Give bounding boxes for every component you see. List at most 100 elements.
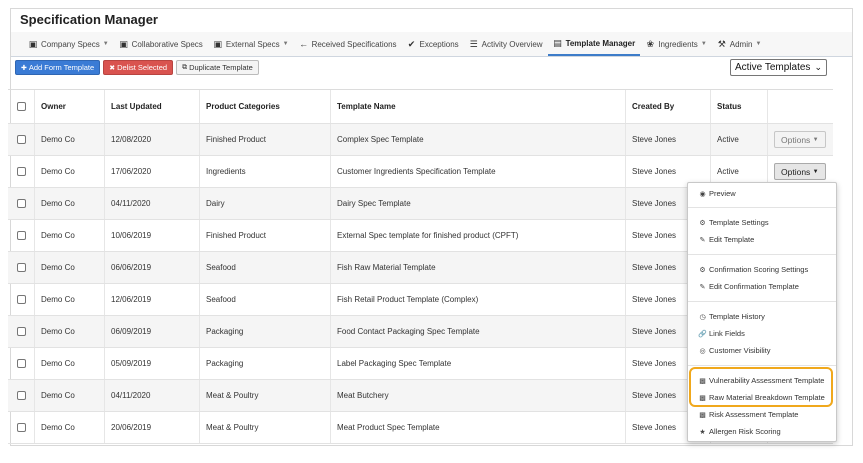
briefcase-icon: ▣ xyxy=(28,38,38,49)
eye-icon: ◉ xyxy=(699,190,706,198)
arrow-left-icon: ← xyxy=(299,39,309,49)
cell-last-updated: 17/06/2020 xyxy=(105,156,200,187)
template-filter-select[interactable]: Active Templates ⌄ xyxy=(730,59,827,76)
menu-item-confirmation-scoring-settings[interactable]: ⚙ Confirmation Scoring Settings xyxy=(698,265,808,274)
menu-item-link-fields[interactable]: 🔗 Link Fields xyxy=(698,329,745,338)
cell-template-name: Complex Spec Template xyxy=(331,124,626,155)
cell-created-by: Steve Jones xyxy=(626,124,711,155)
cell-template-name: Meat Butchery xyxy=(331,380,626,411)
edit-icon: ✎ xyxy=(699,283,706,291)
cell-last-updated: 04/11/2020 xyxy=(105,188,200,219)
row-checkbox[interactable] xyxy=(16,167,26,176)
cell-category: Finished Product xyxy=(200,220,331,251)
cell-last-updated: 10/06/2019 xyxy=(105,220,200,251)
cell-last-updated: 12/06/2019 xyxy=(105,284,200,315)
menu-item-vulnerability-assessment[interactable]: ▩ Vulnerability Assessment Template xyxy=(698,376,824,385)
edit-square-icon: ▩ xyxy=(699,377,706,385)
leaf-icon: ❀ xyxy=(646,38,654,49)
nav-template-manager[interactable]: ▤ Template Manager xyxy=(547,32,641,56)
cell-last-updated: 20/06/2019 xyxy=(105,412,200,443)
nav-activity-overview[interactable]: ☰ Activity Overview xyxy=(464,32,548,56)
edit-icon: ✎ xyxy=(699,236,706,244)
edit-square-icon: ▩ xyxy=(699,394,706,402)
cell-owner: Demo Co xyxy=(35,412,105,443)
edit-square-icon: ▩ xyxy=(699,411,706,419)
header-created-by[interactable]: Created By xyxy=(626,90,711,123)
row-checkbox[interactable] xyxy=(16,423,26,432)
cell-template-name: Meat Product Spec Template xyxy=(331,412,626,443)
menu-item-edit-confirmation-template[interactable]: ✎ Edit Confirmation Template xyxy=(698,282,799,291)
header-owner[interactable]: Owner xyxy=(35,90,105,123)
cell-owner: Demo Co xyxy=(35,124,105,155)
header-actions xyxy=(768,90,833,123)
caret-down-icon: ▼ xyxy=(755,41,762,47)
menu-item-edit-template[interactable]: ✎ Edit Template xyxy=(698,235,755,244)
cell-owner: Demo Co xyxy=(35,348,105,379)
menu-item-customer-visibility[interactable]: ◎ Customer Visibility xyxy=(698,346,770,355)
row-checkbox[interactable] xyxy=(16,359,26,368)
menu-item-allergen-risk-scoring[interactable]: ★ Allergen Risk Scoring xyxy=(698,427,780,436)
menu-item-template-settings[interactable]: ⚙ Template Settings xyxy=(698,218,768,227)
row-checkbox[interactable] xyxy=(16,391,26,400)
select-all-checkbox[interactable] xyxy=(16,102,26,111)
menu-item-template-history[interactable]: ◷ Template History xyxy=(698,312,764,321)
cell-template-name: Label Packaging Spec Template xyxy=(331,348,626,379)
cell-last-updated: 04/11/2020 xyxy=(105,380,200,411)
check-circle-icon: ✔ xyxy=(407,38,416,49)
options-button[interactable]: Options ▼ xyxy=(774,131,826,148)
cell-category: Packaging xyxy=(200,316,331,347)
row-checkbox[interactable] xyxy=(16,199,26,208)
cell-category: Meat & Poultry xyxy=(200,380,331,411)
header-status[interactable]: Status xyxy=(711,90,768,123)
cell-last-updated: 06/06/2019 xyxy=(105,252,200,283)
gear-icon: ⚙ xyxy=(699,219,706,227)
menu-divider xyxy=(688,365,836,366)
menu-divider xyxy=(688,207,836,208)
briefcase-icon: ▣ xyxy=(119,38,128,49)
nav-ingredients[interactable]: ❀ Ingredients ▼ xyxy=(640,32,712,56)
header-product-categories[interactable]: Product Categories xyxy=(200,90,331,123)
menu-item-risk-assessment[interactable]: ▩ Risk Assessment Template xyxy=(698,410,798,419)
caret-down-icon: ▼ xyxy=(102,41,109,47)
cell-category: Ingredients xyxy=(200,156,331,187)
row-checkbox[interactable] xyxy=(16,231,26,240)
cell-template-name: External Spec template for finished prod… xyxy=(331,220,626,251)
nav-collaborative-specs[interactable]: ▣ Collaborative Specs xyxy=(114,32,208,56)
nav-received-specifications[interactable]: ← Received Specifications xyxy=(294,32,402,56)
main-nav: ▣ Company Specs ▼ ▣ Collaborative Specs ▣… xyxy=(11,32,852,57)
toolbar: ✚ Add Form Template ✖ Delist Selected ⧉ Dup… xyxy=(15,60,259,75)
menu-item-raw-material-breakdown[interactable]: ▩ Raw Material Breakdown Template xyxy=(698,393,825,402)
cell-owner: Demo Co xyxy=(35,316,105,347)
cell-last-updated: 12/08/2020 xyxy=(105,124,200,155)
caret-down-icon: ▼ xyxy=(282,41,289,47)
options-button-open[interactable]: Options ▼ xyxy=(774,163,826,180)
star-half-icon: ★ xyxy=(699,428,706,436)
cell-owner: Demo Co xyxy=(35,252,105,283)
duplicate-template-button[interactable]: ⧉ Duplicate Template xyxy=(176,60,259,75)
delist-selected-button[interactable]: ✖ Delist Selected xyxy=(103,60,174,75)
briefcase-icon: ▣ xyxy=(213,38,223,49)
row-checkbox[interactable] xyxy=(16,263,26,272)
document-icon: ▤ xyxy=(553,37,562,48)
cell-owner: Demo Co xyxy=(35,380,105,411)
cell-template-name: Customer Ingredients Specification Templ… xyxy=(331,156,626,187)
cell-owner: Demo Co xyxy=(35,220,105,251)
menu-item-preview[interactable]: ◉ Preview xyxy=(698,189,735,198)
caret-down-icon: ▼ xyxy=(812,136,819,143)
nav-company-specs[interactable]: ▣ Company Specs ▼ xyxy=(23,32,114,56)
row-checkbox[interactable] xyxy=(16,327,26,336)
cell-last-updated: 05/09/2019 xyxy=(105,348,200,379)
row-checkbox[interactable] xyxy=(16,295,26,304)
header-last-updated[interactable]: Last Updated xyxy=(105,90,200,123)
cell-status: Active xyxy=(711,124,768,155)
nav-external-specs[interactable]: ▣ External Specs ▼ xyxy=(208,32,294,56)
caret-down-icon: ▼ xyxy=(700,41,707,47)
nav-exceptions[interactable]: ✔ Exceptions xyxy=(402,32,464,56)
chevron-down-icon: ⌄ xyxy=(814,62,822,72)
add-form-template-button[interactable]: ✚ Add Form Template xyxy=(15,60,101,75)
cell-category: Dairy xyxy=(200,188,331,219)
nav-admin[interactable]: ⚒ Admin ▼ xyxy=(712,32,767,56)
header-template-name[interactable]: Template Name xyxy=(331,90,626,123)
row-checkbox[interactable] xyxy=(16,135,26,144)
cell-owner: Demo Co xyxy=(35,188,105,219)
